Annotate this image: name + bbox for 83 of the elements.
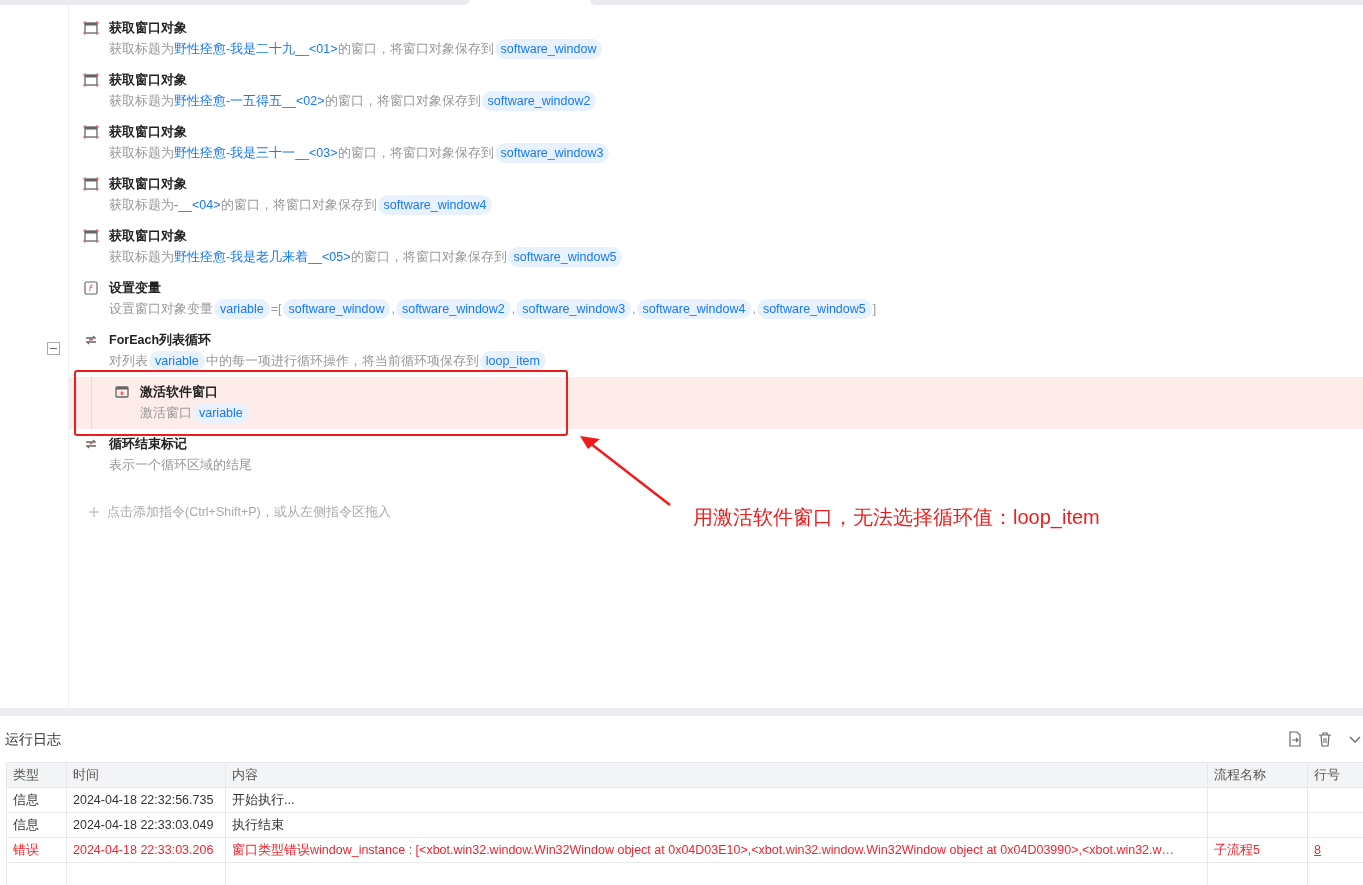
step-description: ,: [752, 301, 756, 318]
window-title-link[interactable]: 野性痊愈-我是二十九__<01>: [174, 39, 338, 59]
variable-tag[interactable]: software_window2: [395, 299, 511, 319]
table-cell: 执行结束: [225, 812, 1208, 838]
step-title: 获取窗口对象: [109, 175, 188, 193]
step-description: 获取标题为: [109, 145, 174, 162]
step-description: ,: [391, 301, 395, 318]
step-description: 的窗口，将窗口对象保存到: [337, 41, 494, 58]
step-description: 的窗口，将窗口对象保存到: [350, 249, 507, 266]
column-header: 流程名称: [1207, 762, 1308, 788]
step-row[interactable]: 获取窗口对象 获取标题为-__<04>的窗口，将窗口对象保存到 software_window4: [69, 169, 1363, 221]
function-icon: [83, 280, 99, 296]
step-row[interactable]: 获取窗口对象 获取标题为野性痊愈-我是二十九__<01>的窗口，将窗口对象保存到 software_window: [69, 13, 1363, 65]
step-row[interactable]: 获取窗口对象 获取标题为野性痊愈-一五得五__<02>的窗口，将窗口对象保存到 software_window2: [69, 65, 1363, 117]
step-title: 设置变量: [109, 280, 162, 297]
step-description: ,: [511, 301, 516, 318]
step-row[interactable]: 获取窗口对象 获取标题为野性痊愈-我是老几来着__<05>的窗口，将窗口对象保存到 software_window5: [69, 221, 1363, 273]
variable-tag[interactable]: loop_item: [479, 351, 546, 371]
step-row[interactable]: 设置变量 设置窗口对象变量 variable =[ software_window , software_window2 , software_window3 , software_window4 , software_window5 ]: [69, 273, 1363, 325]
column-header: 内容: [225, 762, 1208, 788]
variable-tag[interactable]: variable: [149, 351, 205, 371]
table-cell: 开始执行...: [225, 787, 1208, 813]
variable-tag[interactable]: software_window5: [756, 299, 872, 319]
collapse-toggle[interactable]: [47, 342, 60, 355]
window-icon: [83, 20, 99, 36]
step-description: 激活窗口: [140, 405, 192, 422]
window-icon: [114, 384, 130, 400]
add-command-hint[interactable]: 点击添加指令(Ctrl+Shift+P)，或从左侧指令区拖入: [107, 503, 391, 522]
step-description: 的窗口，将窗口对象保存到: [324, 93, 481, 110]
step-row[interactable]: 获取窗口对象 获取标题为野性痊愈-我是三十一__<03>的窗口，将窗口对象保存到 software_window3: [69, 117, 1363, 169]
step-description: 获取标题为: [109, 93, 174, 110]
window-title-link[interactable]: 野性痊愈-我是三十一__<03>: [174, 143, 338, 163]
table-cell: 2024-04-18 22:33:03.206: [66, 837, 226, 863]
step-title: 获取窗口对象: [109, 227, 188, 245]
step-description: 获取标题为: [109, 249, 174, 266]
step-description: 获取标题为: [109, 41, 174, 58]
column-header: 时间: [66, 762, 226, 788]
variable-tag[interactable]: variable: [193, 403, 249, 423]
step-row[interactable]: 激活软件窗口 激活窗口 variable: [69, 377, 1363, 429]
step-description: 设置窗口对象变量: [109, 301, 213, 318]
step-title: 获取窗口对象: [109, 123, 188, 141]
table-cell: 信息: [6, 812, 67, 838]
step-description: 的窗口，将窗口对象保存到: [337, 145, 494, 162]
variable-tag[interactable]: software_window5: [507, 247, 623, 267]
variable-tag[interactable]: software_window: [494, 39, 603, 59]
step-description: 获取标题为: [109, 197, 174, 214]
column-header: 类型: [6, 762, 67, 788]
trash-icon[interactable]: [1317, 731, 1333, 747]
step-description: ,: [632, 301, 636, 318]
window-title-link[interactable]: 野性痊愈-一五得五__<02>: [174, 91, 325, 111]
step-description: 的窗口，将窗口对象保存到: [220, 197, 377, 214]
variable-tag[interactable]: software_window4: [377, 195, 493, 215]
line-link[interactable]: 8: [1314, 842, 1321, 857]
step-description: ]: [872, 301, 877, 318]
variable-tag[interactable]: software_window3: [516, 299, 632, 319]
window-icon: [83, 176, 99, 192]
annotation-text: 用激活软件窗口，无法选择循环值：loop_item: [693, 505, 1100, 531]
variable-tag[interactable]: software_window4: [636, 299, 752, 319]
variable-tag[interactable]: variable: [214, 299, 270, 319]
table-cell: 错误: [6, 837, 67, 863]
step-title: 循环结束标记: [109, 436, 188, 453]
variable-tag[interactable]: software_window: [282, 299, 391, 319]
window-title-link[interactable]: -__<04>: [174, 195, 221, 215]
window-icon: [83, 72, 99, 88]
step-title: 激活软件窗口: [140, 383, 219, 401]
window-icon: [83, 124, 99, 140]
window-icon: [83, 228, 99, 244]
variable-tag[interactable]: software_window3: [494, 143, 610, 163]
table-cell: 子流程5: [1207, 837, 1308, 863]
export-icon[interactable]: [1287, 731, 1303, 747]
table-cell: 信息: [6, 787, 67, 813]
step-description: 对列表: [109, 353, 148, 370]
step-title: 获取窗口对象: [109, 71, 188, 89]
step-title: ForEach列表循环: [109, 332, 212, 349]
table-cell: 2024-04-18 22:32:56.735: [66, 787, 226, 813]
column-header: 行号: [1307, 762, 1363, 788]
variable-tag[interactable]: software_window2: [481, 91, 597, 111]
table-cell: 2024-04-18 22:33:03.049: [66, 812, 226, 838]
window-title-link[interactable]: 野性痊愈-我是老几来着__<05>: [174, 247, 351, 267]
step-description: =[: [270, 301, 282, 318]
table-cell: 窗口类型错误window_instance : [<xbot.win32.window.Win32Window object at 0x04D03E10>,<xbot.win32.window.Win32Window object at 0x04D03990>,<xbot.win32.w…: [225, 837, 1208, 863]
panel-title: 运行日志: [5, 729, 61, 749]
step-title: 获取窗口对象: [109, 19, 188, 37]
